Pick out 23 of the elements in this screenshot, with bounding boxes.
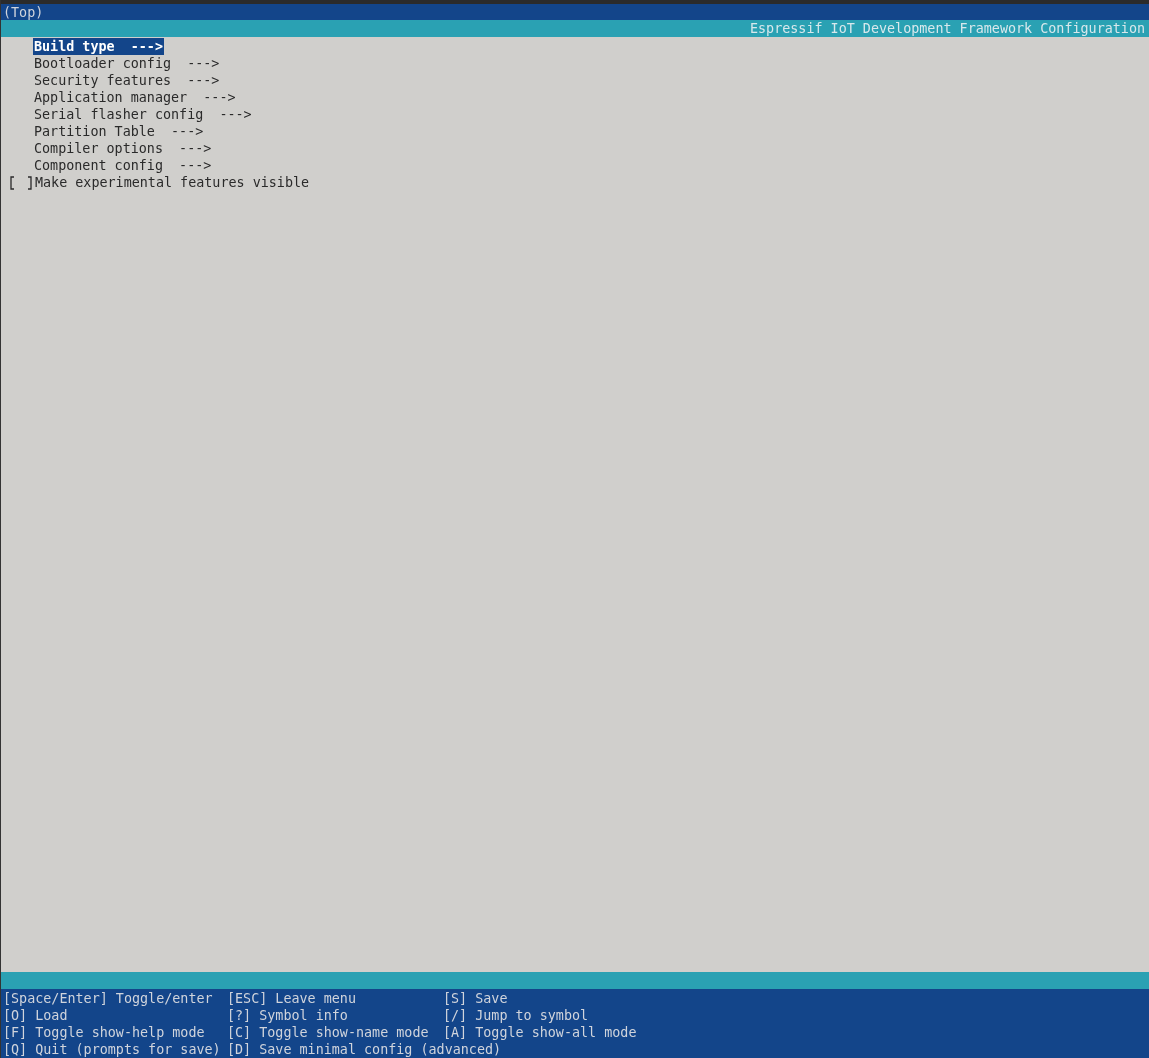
menu-item[interactable]: Application manager ---> [33, 89, 237, 106]
menu-item[interactable]: Build type ---> [33, 38, 164, 55]
menu-item[interactable]: Partition Table ---> [33, 123, 205, 140]
shortcut-hint: [/] Jump to symbol [443, 1007, 590, 1024]
shortcut-hint: [O] Load [3, 1007, 69, 1024]
menu-item[interactable]: Component config ---> [33, 157, 213, 174]
shortcut-hint: [A] Toggle show-all mode [443, 1024, 638, 1041]
title-bar: Espressif IoT Development Framework Configuration [1, 20, 1149, 37]
checkbox[interactable] [9, 174, 33, 191]
menu-item[interactable]: Security features ---> [33, 72, 221, 89]
shortcut-hint: [C] Toggle show-name mode [227, 1024, 430, 1041]
menu-item[interactable]: Bootloader config ---> [33, 55, 221, 72]
menu-item[interactable]: Make experimental features visible [34, 174, 311, 191]
shortcut-hint: [S] Save [443, 990, 509, 1007]
menu-item[interactable]: Compiler options ---> [33, 140, 213, 157]
shortcut-hint: [D] Save minimal config (advanced) [227, 1041, 502, 1058]
shortcut-hint: [Space/Enter] Toggle/enter [3, 990, 214, 1007]
breadcrumb-bar: (Top) [1, 4, 1149, 20]
menu-item[interactable]: Serial flasher config ---> [33, 106, 253, 123]
shortcut-hint: [F] Toggle show-help mode [3, 1024, 206, 1041]
shortcut-hint: [Q] Quit (prompts for save) [3, 1041, 222, 1058]
shortcut-hint: [?] Symbol info [227, 1007, 349, 1024]
shortcut-hint: [ESC] Leave menu [227, 990, 357, 1007]
